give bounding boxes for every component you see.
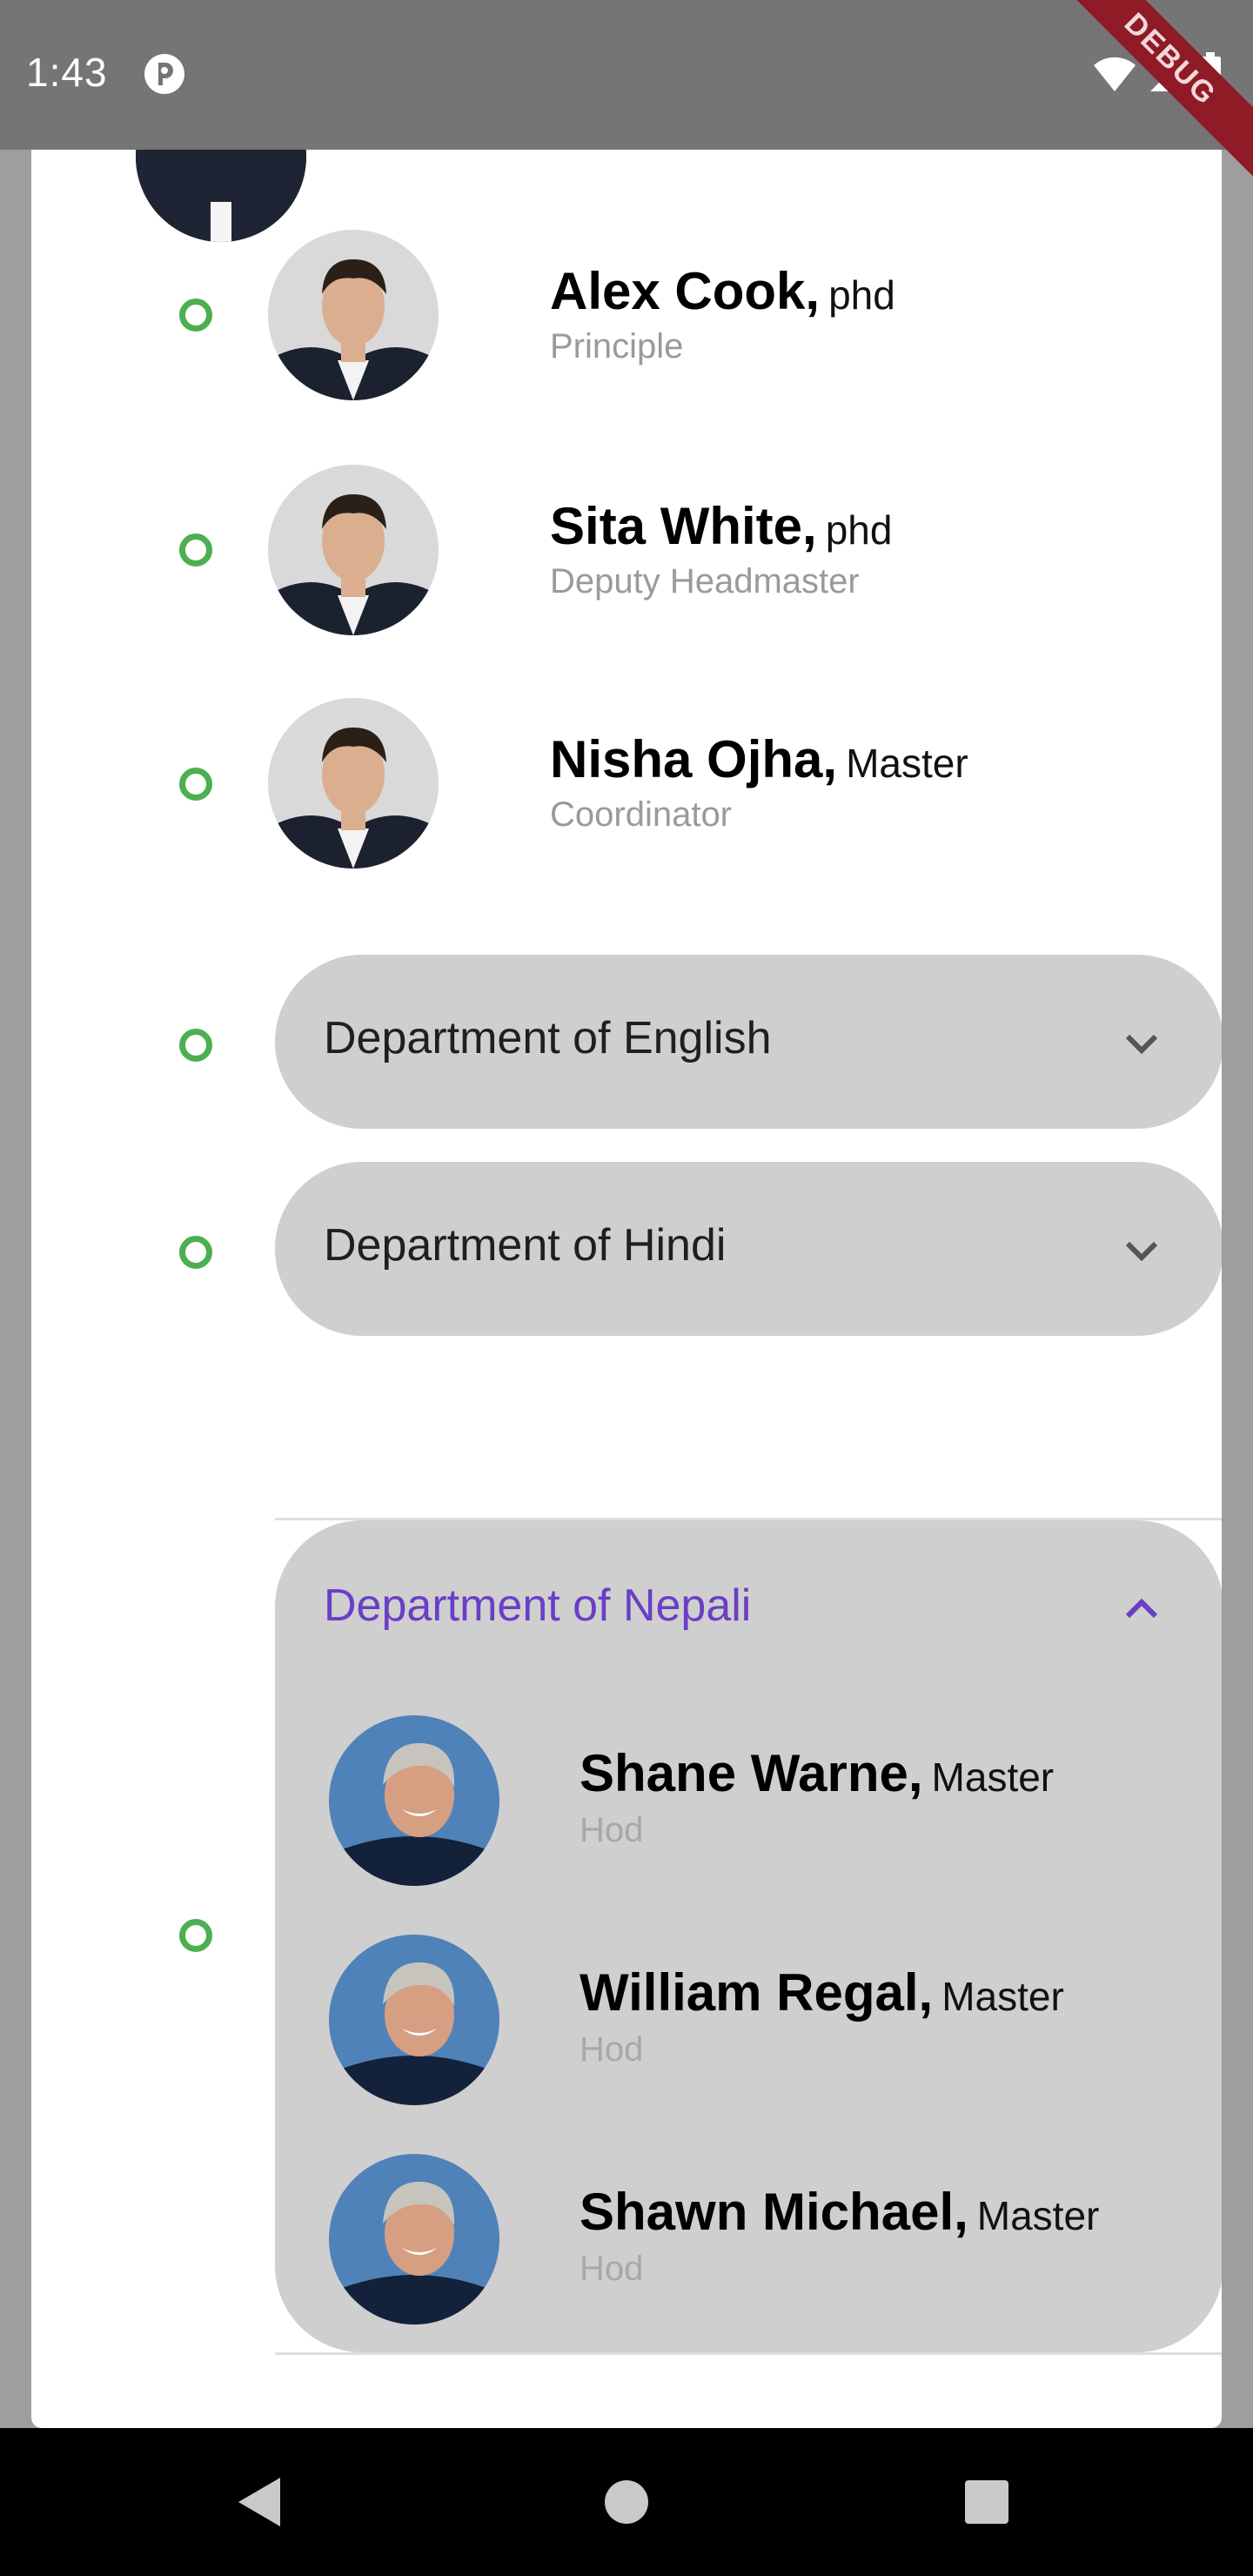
timeline-dot	[179, 1919, 212, 1952]
person-role: Hod	[580, 1811, 644, 1849]
avatar	[268, 465, 439, 635]
status-time: 1:43	[26, 50, 108, 95]
avatar	[329, 1935, 499, 2105]
timeline-dot	[179, 533, 212, 567]
status-bar: 1:43 DEBUG	[0, 0, 1253, 178]
person-degree: Master	[931, 1754, 1055, 1800]
timeline-dot	[179, 299, 212, 332]
person-degree: Master	[976, 2193, 1100, 2238]
department-label: Department of English	[324, 1013, 772, 1063]
department-english-tile[interactable]: Department of English	[275, 955, 1222, 1129]
home-icon[interactable]	[592, 2467, 661, 2537]
timeline-dot	[179, 1029, 212, 1062]
person-name: Alex Cook,	[550, 262, 821, 320]
system-nav-bar	[0, 2428, 1253, 2576]
chevron-up-icon[interactable]	[1121, 1588, 1163, 1630]
avatar	[329, 1715, 499, 1886]
person-degree: Master	[941, 1974, 1064, 2019]
notification-app-icon	[144, 54, 184, 94]
list-item[interactable]: William Regal, Master Hod	[329, 1935, 1199, 2109]
recents-icon[interactable]	[952, 2467, 1022, 2537]
person-role: Hod	[580, 2030, 644, 2069]
avatar	[329, 2154, 499, 2324]
department-hindi-tile[interactable]: Department of Hindi	[275, 1162, 1222, 1336]
timeline-dot	[179, 1236, 212, 1269]
person-degree: phd	[825, 507, 893, 553]
list-item[interactable]: Sita White, phd Deputy Headmaster	[268, 465, 1138, 639]
person-role: Coordinator	[550, 795, 733, 834]
staff-card: Alex Cook, phd Principle Sita White, phd D…	[31, 150, 1222, 2428]
list-item[interactable]: Nisha Ojha, Master Coordinator	[268, 698, 1138, 872]
app-root: 1:43 DEBUG Alex Cook, phd Principle Sita…	[0, 0, 1253, 2576]
list-item[interactable]: Shane Warne, Master Hod	[329, 1715, 1199, 1889]
person-degree: Master	[846, 741, 968, 786]
chevron-down-icon[interactable]	[1121, 1230, 1163, 1271]
list-item[interactable]: Shawn Michael, Master Hod	[329, 2154, 1199, 2328]
back-icon[interactable]	[226, 2467, 296, 2537]
person-degree: phd	[828, 272, 895, 318]
person-role: Hod	[580, 2250, 644, 2288]
person-name: Shawn Michael,	[580, 2183, 968, 2241]
department-label: Department of Hindi	[324, 1220, 727, 1271]
person-name: William Regal,	[580, 1963, 934, 2022]
person-role: Principle	[550, 327, 684, 366]
department-label: Department of Nepali	[324, 1580, 752, 1631]
person-name: Nisha Ojha,	[550, 730, 838, 788]
department-nepali-tile[interactable]: Department of Nepali Shane Warne, Master…	[275, 1520, 1222, 2352]
divider	[275, 2352, 1222, 2355]
person-name: Sita White,	[550, 497, 817, 555]
avatar	[268, 230, 439, 400]
avatar-partial	[136, 150, 306, 242]
avatar	[268, 698, 439, 869]
timeline-dot	[179, 768, 212, 801]
person-name: Shane Warne,	[580, 1744, 923, 1802]
chevron-down-icon[interactable]	[1121, 1023, 1163, 1064]
wifi-icon	[1094, 57, 1136, 91]
person-role: Deputy Headmaster	[550, 562, 860, 600]
list-item[interactable]: Alex Cook, phd Principle	[268, 230, 1138, 404]
